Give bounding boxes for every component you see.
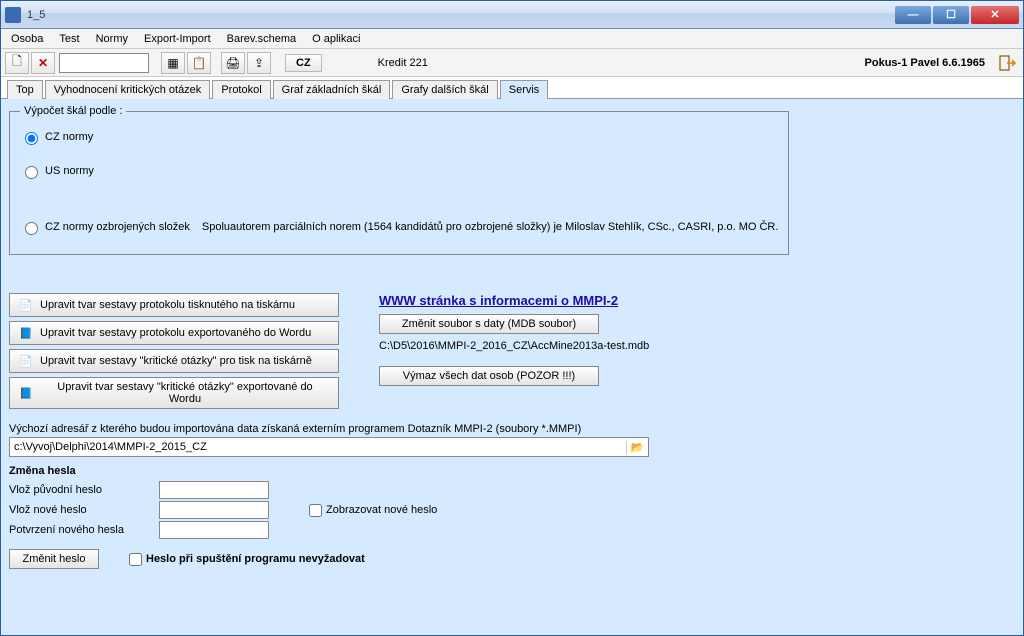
radio-cz-ozbrojenych[interactable] bbox=[25, 222, 38, 235]
app-window: 1_5 — ☐ ✕ Osoba Test Normy Export-Import… bbox=[0, 0, 1024, 636]
report-icon: 📄 bbox=[18, 297, 34, 313]
edit-kriticke-word-label: Upravit tvar sestavy "kritické otázky" e… bbox=[40, 381, 330, 405]
import-path-input[interactable] bbox=[10, 441, 626, 453]
minimize-button[interactable]: — bbox=[895, 6, 931, 24]
language-button[interactable]: CZ bbox=[285, 54, 322, 72]
calc-legend: Výpočet škál podle : bbox=[20, 105, 126, 117]
new-password-label: Vlož nové heslo bbox=[9, 504, 149, 516]
wipe-all-button[interactable]: Výmaz všech dat osob (POZOR !!!) bbox=[379, 366, 599, 386]
show-password-label: Zobrazovat nové heslo bbox=[326, 504, 437, 516]
radio-us-normy-label: US normy bbox=[45, 165, 94, 177]
radio-cz-normy-label: CZ normy bbox=[45, 131, 93, 143]
list-icon[interactable]: 📋 bbox=[187, 52, 211, 74]
tab-servis[interactable]: Servis bbox=[500, 80, 549, 99]
close-button[interactable]: ✕ bbox=[971, 6, 1019, 24]
import-label: Výchozí adresář z kterého budou importov… bbox=[9, 423, 1015, 435]
delete-button[interactable]: ✕ bbox=[31, 52, 55, 74]
confirm-password-label: Potvrzení nového hesla bbox=[9, 524, 149, 536]
edit-kriticke-print-label: Upravit tvar sestavy "kritické otázky" p… bbox=[40, 355, 312, 367]
menu-barev-schema[interactable]: Barev.schema bbox=[221, 31, 303, 47]
edit-protokol-print-label: Upravit tvar sestavy protokolu tisknutéh… bbox=[40, 299, 295, 311]
user-info: Pokus-1 Pavel 6.6.1965 bbox=[865, 57, 985, 69]
content-area: Výpočet škál podle : CZ normy US normy C… bbox=[1, 99, 1023, 635]
menubar: Osoba Test Normy Export-Import Barev.sch… bbox=[1, 29, 1023, 49]
orig-password-label: Vlož původní heslo bbox=[9, 484, 149, 496]
confirm-password-input[interactable] bbox=[159, 521, 269, 539]
edit-kriticke-print-button[interactable]: 📄 Upravit tvar sestavy "kritické otázky"… bbox=[9, 349, 339, 373]
word-icon: 📘 bbox=[18, 325, 34, 341]
radio-us-normy[interactable] bbox=[25, 166, 38, 179]
search-input[interactable] bbox=[59, 53, 149, 73]
password-section: Změna hesla Vlož původní heslo Vlož nové… bbox=[9, 465, 1015, 569]
radio-cz-normy[interactable] bbox=[25, 132, 38, 145]
new-password-input[interactable] bbox=[159, 501, 269, 519]
tab-top[interactable]: Top bbox=[7, 80, 43, 99]
print-icon[interactable]: 🖨 bbox=[221, 52, 245, 74]
maximize-button[interactable]: ☐ bbox=[933, 6, 969, 24]
app-icon bbox=[5, 7, 21, 23]
no-password-on-start-checkbox[interactable] bbox=[129, 553, 142, 566]
edit-kriticke-word-button[interactable]: 📘 Upravit tvar sestavy "kritické otázky"… bbox=[9, 377, 339, 409]
edit-buttons-column: 📄 Upravit tvar sestavy protokolu tisknut… bbox=[9, 293, 339, 413]
edit-protokol-word-button[interactable]: 📘 Upravit tvar sestavy protokolu exporto… bbox=[9, 321, 339, 345]
word-icon: 📘 bbox=[18, 385, 34, 401]
change-datafile-label: Změnit soubor s daty (MDB soubor) bbox=[402, 318, 576, 330]
exit-button[interactable] bbox=[997, 52, 1019, 74]
change-datafile-button[interactable]: Změnit soubor s daty (MDB soubor) bbox=[379, 314, 599, 334]
password-header: Změna hesla bbox=[9, 465, 1015, 477]
kredit-label: Kredit 221 bbox=[378, 57, 428, 69]
orig-password-input[interactable] bbox=[159, 481, 269, 499]
tab-vyhodnoceni[interactable]: Vyhodnocení kritických otázek bbox=[45, 80, 211, 99]
calc-groupbox: Výpočet škál podle : CZ normy US normy C… bbox=[9, 105, 789, 255]
titlebar: 1_5 — ☐ ✕ bbox=[1, 1, 1023, 29]
change-password-button[interactable]: Změnit heslo bbox=[9, 549, 99, 569]
tab-graf-zakladnich[interactable]: Graf základních škál bbox=[273, 80, 391, 99]
edit-protokol-print-button[interactable]: 📄 Upravit tvar sestavy protokolu tisknut… bbox=[9, 293, 339, 317]
menu-export-import[interactable]: Export-Import bbox=[138, 31, 217, 47]
change-password-label: Změnit heslo bbox=[23, 553, 86, 565]
show-password-checkbox[interactable] bbox=[309, 504, 322, 517]
radio-cz-ozbrojenych-label: CZ normy ozbrojených složek bbox=[45, 221, 190, 233]
import-path-field[interactable]: 📂 bbox=[9, 437, 649, 457]
right-column: WWW stránka s informacemi o MMPI-2 Změni… bbox=[379, 293, 649, 386]
toolbar: 🗋 ✕ ▦ 📋 🖨 ⇪ CZ Kredit 221 Pokus-1 Pavel … bbox=[1, 49, 1023, 77]
tab-graf-dalsich[interactable]: Grafy dalších škál bbox=[392, 80, 497, 99]
grid-icon[interactable]: ▦ bbox=[161, 52, 185, 74]
current-datafile-path: C:\D5\2016\MMPI-2_2016_CZ\AccMine2013a-t… bbox=[379, 340, 649, 352]
ozbrojenych-note: Spoluautorem parciálních norem (1564 kan… bbox=[202, 221, 779, 233]
report-icon: 📄 bbox=[18, 353, 34, 369]
edit-protokol-word-label: Upravit tvar sestavy protokolu exportova… bbox=[40, 327, 311, 339]
tab-bar: Top Vyhodnocení kritických otázek Protok… bbox=[1, 77, 1023, 99]
menu-test[interactable]: Test bbox=[53, 31, 85, 47]
no-password-on-start-label: Heslo při spuštění programu nevyžadovat bbox=[146, 553, 365, 565]
window-buttons: — ☐ ✕ bbox=[895, 6, 1019, 24]
browse-folder-icon[interactable]: 📂 bbox=[626, 441, 648, 454]
menu-normy[interactable]: Normy bbox=[90, 31, 134, 47]
window-title: 1_5 bbox=[27, 9, 895, 21]
tab-protokol[interactable]: Protokol bbox=[212, 80, 270, 99]
wipe-all-label: Výmaz všech dat osob (POZOR !!!) bbox=[403, 370, 575, 382]
mmpi-link[interactable]: WWW stránka s informacemi o MMPI-2 bbox=[379, 293, 649, 308]
export-icon[interactable]: ⇪ bbox=[247, 52, 271, 74]
new-button[interactable]: 🗋 bbox=[5, 52, 29, 74]
menu-osoba[interactable]: Osoba bbox=[5, 31, 49, 47]
menu-o-aplikaci[interactable]: O aplikaci bbox=[306, 31, 366, 47]
